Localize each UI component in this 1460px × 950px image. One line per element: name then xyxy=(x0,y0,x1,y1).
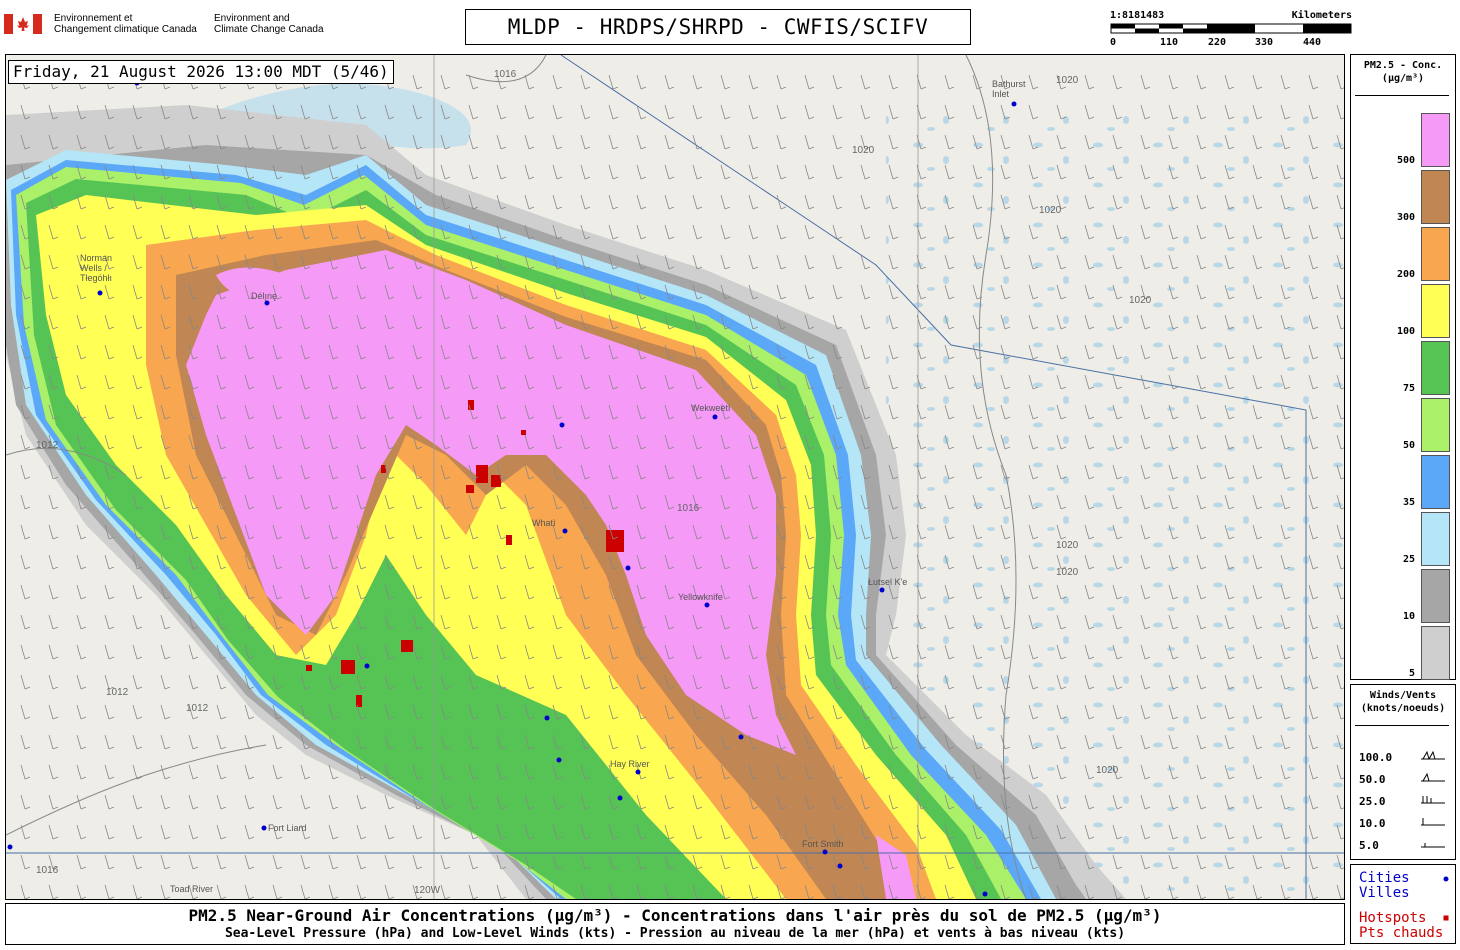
isobar-label: 1020 xyxy=(1129,295,1152,306)
legend-level-label: 10 xyxy=(1402,611,1415,622)
city-label-hay-river: Hay River xyxy=(610,759,650,769)
canada-flag-icon xyxy=(4,14,42,34)
isobar-label: 1012 xyxy=(186,703,209,714)
legend-level-label: 75 xyxy=(1402,383,1415,394)
isobar-label: 1012 xyxy=(106,687,129,698)
scale-tick: 330 xyxy=(1255,37,1274,48)
isobar-label: 1016 xyxy=(677,503,700,514)
city-label-fort-smith: Fort Smith xyxy=(802,839,844,849)
government-signature: Environnement et Changement climatique Ca… xyxy=(4,10,334,46)
isobar-label: 1020 xyxy=(1056,567,1079,578)
legend-level-label: 25 xyxy=(1402,554,1415,565)
agency-name-en: Environment and Climate Change Canada xyxy=(214,13,324,35)
legend-swatch xyxy=(1421,341,1450,395)
isobar-label: 1020 xyxy=(852,145,875,156)
scale-bar: 1:8181483 Kilometers 0 110 220 330 440 xyxy=(1110,10,1352,52)
isobar-label: 1020 xyxy=(1056,540,1079,551)
legend-level-label: 200 xyxy=(1396,269,1415,280)
scale-tick: 0 xyxy=(1110,37,1117,48)
city-label-deline: Délı̨nę xyxy=(251,291,278,301)
cities-legend-label: Cities Villes xyxy=(1359,870,1410,901)
wind-legend: Winds/Vents (knots/noeuds) 100.0 50.0 25… xyxy=(1350,684,1456,860)
isobar-label: 1020 xyxy=(1039,205,1062,216)
legend-level-label: 50 xyxy=(1402,440,1415,451)
city-label-wekweeti: Wekweètì xyxy=(691,403,731,413)
hotspot-square-icon xyxy=(1443,915,1449,921)
isobar-label: 1016 xyxy=(36,865,59,876)
caption-line-1: PM2.5 Near-Ground Air Concentrations (µg… xyxy=(188,906,1162,925)
legend-swatch xyxy=(1421,398,1450,452)
city-label-whati: Whatì xyxy=(532,518,556,528)
legend-swatch xyxy=(1421,227,1450,281)
legend-swatch xyxy=(1421,113,1450,167)
scale-bar-graphic xyxy=(1110,23,1352,34)
product-title: MLDP - HRDPS/SHRPD - CWFIS/SCIFV xyxy=(465,9,971,45)
legend-swatch xyxy=(1421,569,1450,623)
city-label-bathurst-inlet: Bathurst Inlet xyxy=(992,79,1026,99)
wind-barb-icon xyxy=(1421,751,1445,848)
map-canvas[interactable] xyxy=(6,55,1344,899)
concentration-legend: PM2.5 - Conc. (µg/m³) 500 300 200 100 75 50 35… xyxy=(1350,54,1456,680)
forecast-timestamp: Friday, 21 August 2026 13:00 MDT (5/46) xyxy=(8,60,394,84)
wind-speed-label: 5.0 xyxy=(1359,839,1379,852)
city-label-lutselke: Łutsel K'e xyxy=(868,577,908,587)
legend-level-label: 500 xyxy=(1396,155,1415,166)
caption-line-2: Sea-Level Pressure (hPa) and Low-Level W… xyxy=(224,926,1126,941)
legend-swatch xyxy=(1421,626,1450,680)
city-label-yellowknife: Yellowknife xyxy=(678,592,723,602)
isobar-label: 1016 xyxy=(494,69,517,80)
legend-swatch xyxy=(1421,455,1450,509)
marker-legend: Cities Villes Hotspots Pts chauds xyxy=(1350,864,1456,944)
meridian-label: 120W xyxy=(414,885,441,896)
scale-tick: 110 xyxy=(1160,37,1179,48)
isobar-label: 1020 xyxy=(1096,765,1119,776)
scale-ratio: 1:8181483 xyxy=(1110,10,1165,21)
isobar-label: 1020 xyxy=(1056,75,1079,86)
scale-tick: 440 xyxy=(1303,37,1322,48)
hotspots-legend-label: Hotspots Pts chauds xyxy=(1359,910,1444,941)
agency-name-fr: Environnement et Changement climatique Ca… xyxy=(54,13,197,35)
legend-swatch xyxy=(1421,284,1450,338)
isobar-label: 1012 xyxy=(36,440,59,451)
wind-legend-title: Winds/Vents (knots/noeuds) xyxy=(1360,690,1446,714)
scale-tick: 220 xyxy=(1208,37,1227,48)
wind-speed-label: 100.0 xyxy=(1359,751,1393,764)
wind-speed-label: 10.0 xyxy=(1359,817,1386,830)
wind-speed-label: 25.0 xyxy=(1359,795,1386,808)
scale-unit: Kilometers xyxy=(1291,10,1352,21)
legend-level-label: 35 xyxy=(1402,497,1415,508)
city-label-norman-wells: Norman Wells / Tłegóhłı xyxy=(80,253,113,283)
concentration-legend-title: PM2.5 - Conc. (µg/m³) xyxy=(1363,60,1443,84)
city-dot-icon xyxy=(1443,876,1449,882)
map-caption: PM2.5 Near-Ground Air Concentrations (µg… xyxy=(5,903,1345,945)
city-label-fort-liard: Fort Liard xyxy=(268,823,307,833)
wind-speed-label: 50.0 xyxy=(1359,773,1386,786)
smoke-forecast-map[interactable]: Norman Wells / Tłegóhłı Délı̨nę Whatì We… xyxy=(5,54,1345,900)
legend-swatch xyxy=(1421,512,1450,566)
legend-level-label: 5 xyxy=(1408,668,1415,679)
legend-level-label: 100 xyxy=(1396,326,1415,337)
city-label-toad-river: Toad River xyxy=(170,884,214,894)
legend-level-label: 300 xyxy=(1396,212,1415,223)
legend-swatch xyxy=(1421,170,1450,224)
